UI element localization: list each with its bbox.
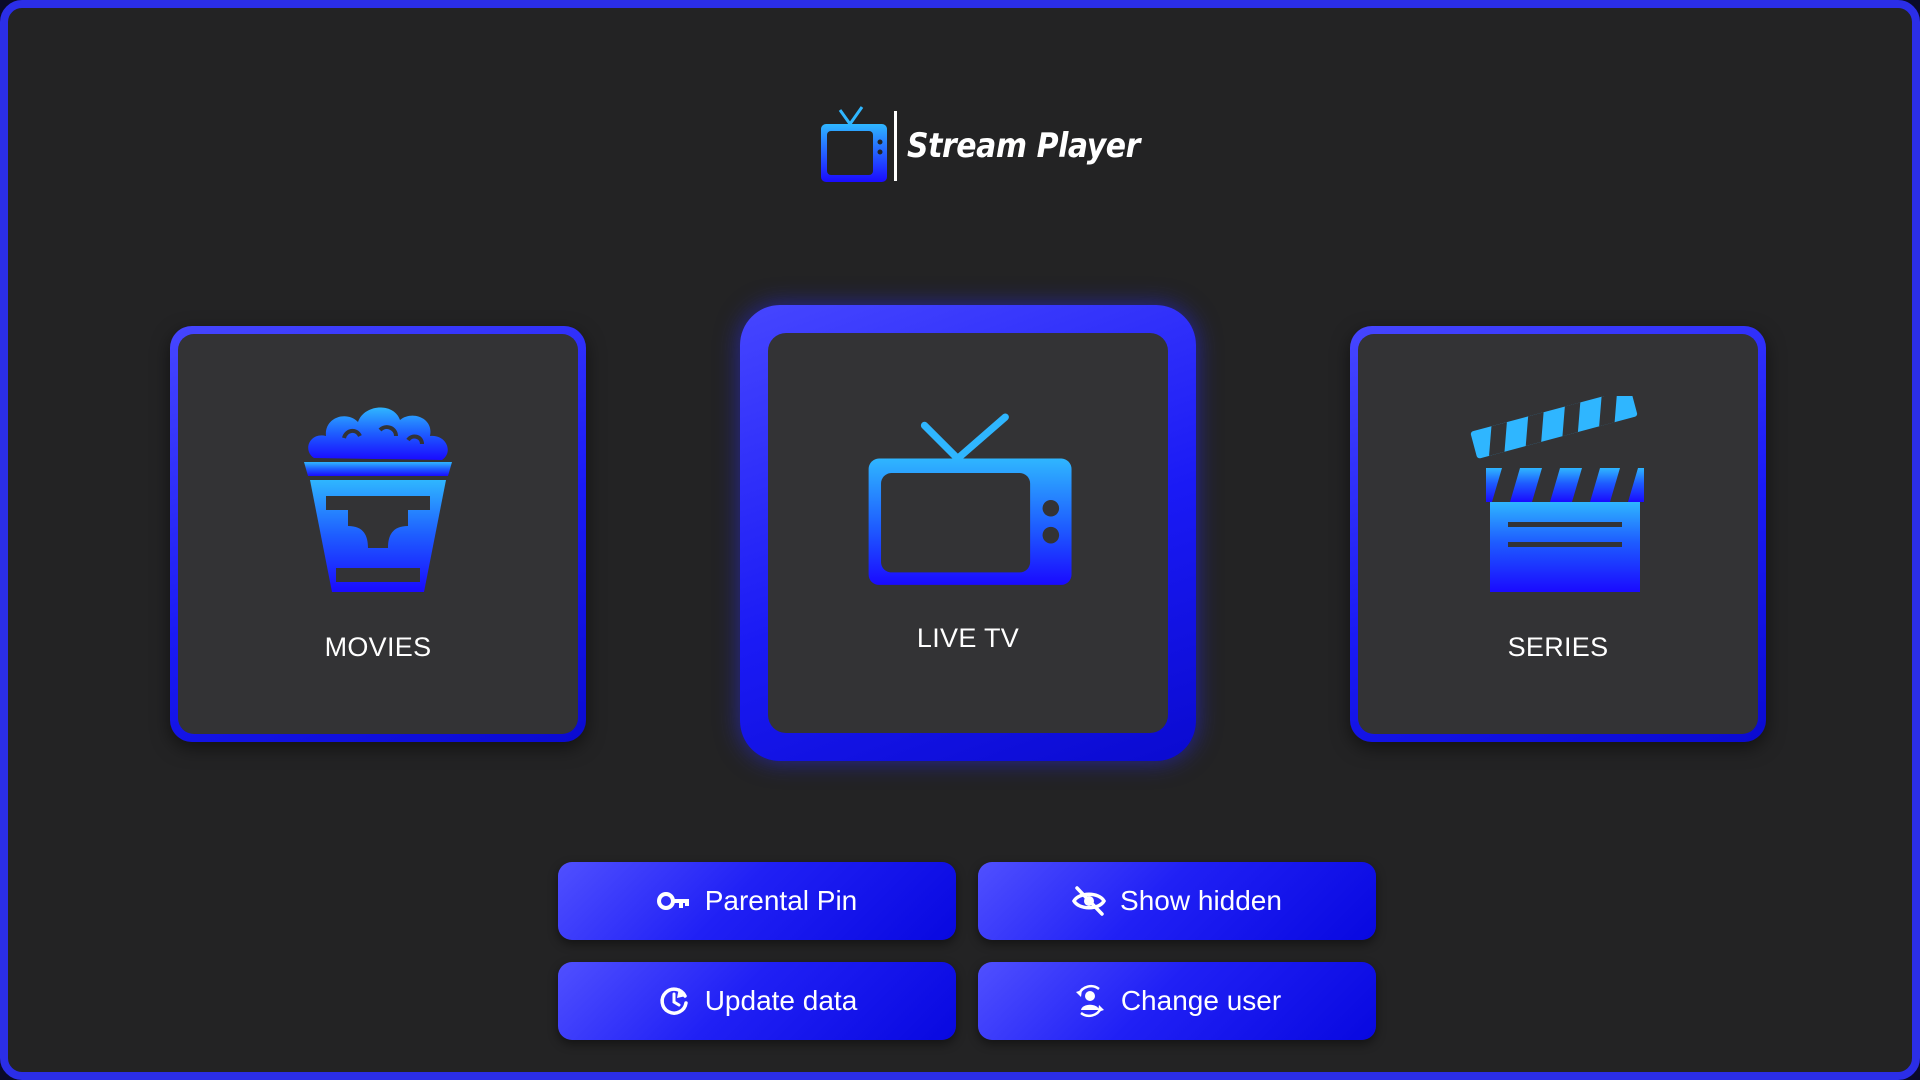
tv-icon [868, 413, 1072, 585]
category-tile-series[interactable]: SERIES [1350, 326, 1766, 742]
tile-inner: LIVE TV [768, 333, 1168, 733]
update-data-button[interactable]: Update data [558, 962, 956, 1040]
change-user-button[interactable]: Change user [978, 962, 1376, 1040]
tv-logo-icon [821, 106, 887, 182]
button-label: Parental Pin [704, 885, 858, 916]
popcorn-icon [304, 407, 452, 592]
category-label: SERIES [1507, 632, 1609, 662]
refresh-icon [660, 987, 688, 1015]
app-logo: Stream Player [818, 104, 1172, 188]
key-icon [656, 892, 689, 910]
button-label: Show hidden [1120, 885, 1282, 916]
button-label: Update data [704, 985, 858, 1016]
tile-inner: MOVIES [178, 334, 578, 734]
category-label: LIVE TV [916, 623, 1020, 653]
button-label: Change user [1120, 985, 1282, 1016]
logo-divider [894, 111, 897, 181]
category-tile-movies[interactable]: MOVIES [170, 326, 586, 742]
app-frame: Stream Player MOVIES LIVE TV SERIES Pare… [0, 0, 1920, 1080]
switch-user-icon [1075, 984, 1104, 1018]
category-label: MOVIES [324, 632, 432, 662]
show-hidden-button[interactable]: Show hidden [978, 862, 1376, 940]
category-tile-live-tv[interactable]: LIVE TV [740, 305, 1196, 761]
parental-pin-button[interactable]: Parental Pin [558, 862, 956, 940]
clapperboard-icon [1470, 396, 1644, 592]
tile-inner: SERIES [1358, 334, 1758, 734]
app-title: Stream Player [907, 126, 1140, 166]
eye-off-icon [1072, 886, 1107, 916]
